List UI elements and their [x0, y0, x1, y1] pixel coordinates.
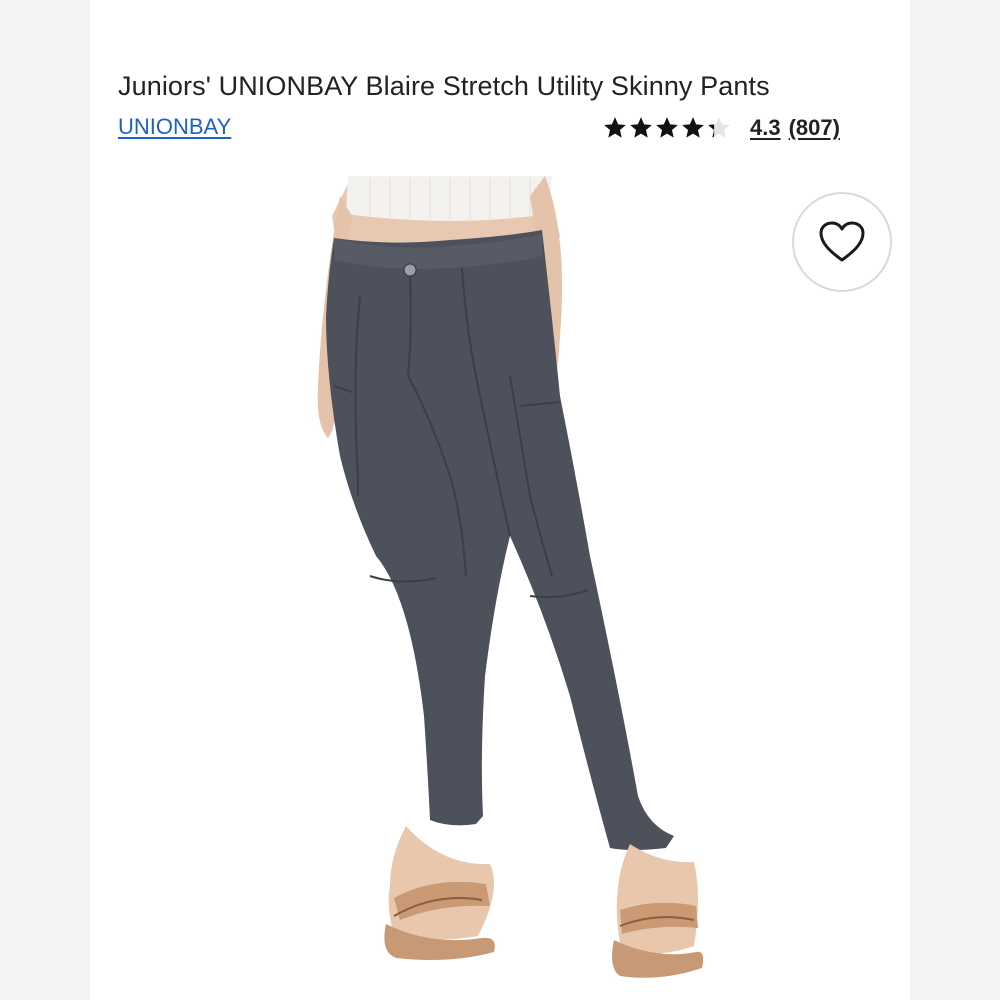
- brand-link[interactable]: UNIONBAY: [118, 111, 231, 143]
- favorite-button[interactable]: [792, 192, 892, 292]
- star-full-icon: [604, 117, 626, 138]
- star-full-icon: [656, 117, 678, 138]
- star-full-icon: [682, 117, 704, 138]
- rating-stars: [602, 115, 732, 141]
- rating-value[interactable]: 4.3: [750, 112, 781, 144]
- product-title: Juniors' UNIONBAY Blaire Stretch Utility…: [118, 71, 770, 101]
- product-photo: [90, 176, 910, 1000]
- rating-summary[interactable]: 4.3 (807): [602, 112, 840, 144]
- review-count[interactable]: (807): [789, 112, 840, 144]
- model-wearing-pants-image: [317, 176, 704, 978]
- page: Juniors' UNIONBAY Blaire Stretch Utility…: [0, 0, 1000, 1000]
- product-card: Juniors' UNIONBAY Blaire Stretch Utility…: [90, 0, 910, 1000]
- star-partial-icon: [708, 117, 730, 138]
- star-full-icon: [630, 117, 652, 138]
- heart-outline-icon: [819, 221, 865, 262]
